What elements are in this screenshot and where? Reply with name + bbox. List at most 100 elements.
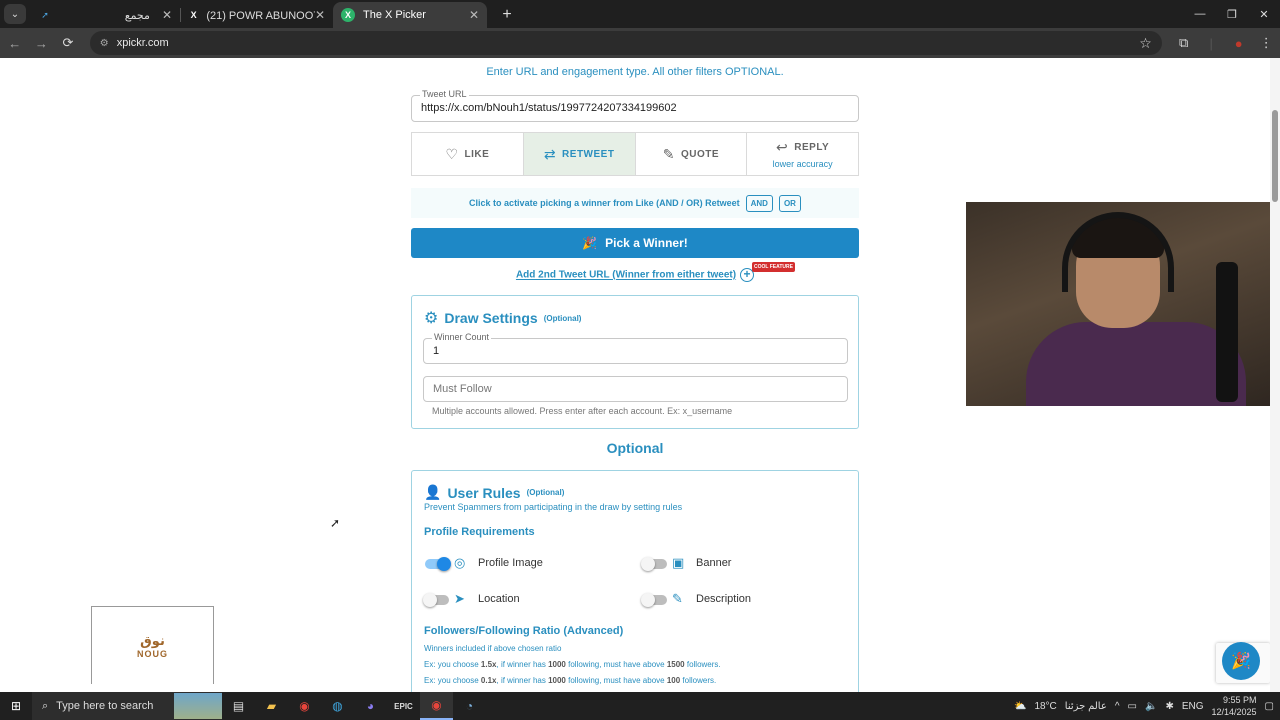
profile-icon[interactable]: ● — [1225, 36, 1253, 51]
reload-icon[interactable]: ⟳ — [56, 35, 80, 51]
url-field[interactable]: ⚙ xpickr.com ☆ — [89, 31, 1162, 55]
location-arrow-icon: ➤ — [454, 591, 465, 606]
new-tab-button[interactable]: + — [497, 6, 517, 24]
steam-icon[interactable]: ◔ — [453, 692, 486, 720]
engagement-retweet[interactable]: ⇄ RETWEET — [523, 133, 636, 175]
user-rules-heading: User Rules — [447, 484, 521, 501]
windows-taskbar: ⊞ ⌕ Type here to search ▤ ▰ ◉ ◍ ◕ EPIC ◉… — [0, 692, 1280, 720]
ad-logo-english: NOUG — [137, 648, 168, 659]
must-follow-field[interactable]: Must Follow — [423, 376, 848, 402]
address-bar: ← → ⟳ ⚙ xpickr.com ☆ ⧉ | ● ⋮ — [0, 28, 1280, 58]
tweet-url-field[interactable]: Tweet URL https://x.com/bNouh1/status/19… — [411, 89, 859, 122]
tab-search-button[interactable]: ⌄ — [4, 4, 26, 24]
tab-1[interactable]: ➚ مجمع ✕ — [30, 2, 180, 28]
pencil-icon: ✎ — [662, 145, 675, 162]
windows-start-icon[interactable]: ⊞ — [0, 699, 32, 713]
and-button[interactable]: AND — [745, 194, 773, 212]
tray-app-icon[interactable]: ✱ — [1165, 701, 1173, 712]
optional-heading: Optional — [606, 440, 664, 456]
minimize-icon[interactable]: — — [1184, 0, 1216, 28]
must-follow-placeholder: Must Follow — [433, 383, 492, 395]
file-explorer-icon[interactable]: ▰ — [255, 692, 288, 720]
ratio-heading: Followers/Following Ratio (Advanced) — [424, 625, 624, 637]
tab-2[interactable]: X (21) POWR ABUNOO7 على X: '... ✕ — [181, 2, 333, 28]
network-icon[interactable]: ▭ — [1128, 701, 1137, 712]
system-tray: ⛅ 18°C عالم جزئنا ^ ▭ 🔈 ✱ ENG 9:55 PM 12… — [1014, 694, 1280, 718]
description-toggle[interactable] — [641, 593, 667, 607]
forward-icon[interactable]: → — [30, 36, 54, 51]
volume-icon[interactable]: 🔈 — [1145, 701, 1157, 712]
tray-chevron-icon[interactable]: ^ — [1115, 701, 1120, 712]
toolbar-divider: | — [1209, 35, 1213, 51]
browser-tab-strip: ⌄ ➚ مجمع ✕ X (21) POWR ABUNOO7 على X: '.… — [0, 0, 1280, 28]
epic-games-icon[interactable]: EPIC — [387, 692, 420, 720]
profile-image-toggle[interactable] — [425, 557, 451, 571]
tweet-url-label: Tweet URL — [420, 89, 469, 99]
reply-label: REPLY — [794, 142, 830, 153]
engagement-quote[interactable]: ✎ QUOTE — [636, 133, 748, 175]
engagement-like[interactable]: ♡ LIKE — [412, 133, 524, 175]
draw-settings-card: ⚙ Draw Settings (Optional) Winner Count … — [411, 295, 859, 429]
ad-logo-arabic: نوق — [140, 632, 165, 648]
search-icon: ⌕ — [42, 699, 49, 712]
page-scrollbar[interactable] — [1270, 58, 1280, 692]
tab-3-active[interactable]: X The X Picker ✕ — [333, 2, 487, 28]
notifications-icon[interactable]: ▢ — [1265, 701, 1274, 712]
winner-count-value: 1 — [433, 345, 440, 357]
engagement-reply[interactable]: ↩ REPLY lower accuracy — [747, 133, 858, 175]
retweet-icon: ⇄ — [543, 145, 557, 162]
ratio-note: Winners included if above chosen ratio — [424, 644, 562, 653]
task-view-icon[interactable]: ▤ — [222, 692, 255, 720]
winner-count-field[interactable]: Winner Count 1 — [423, 332, 848, 364]
must-follow-helper: Multiple accounts allowed. Press enter a… — [432, 406, 733, 416]
tab-2-close-icon[interactable]: ✕ — [315, 8, 325, 22]
or-button[interactable]: OR — [778, 194, 801, 212]
tab-1-close-icon[interactable]: ✕ — [162, 8, 172, 22]
clock[interactable]: 9:55 PM 12/14/2025 — [1212, 694, 1257, 718]
user-rules-optional: (Optional) — [526, 488, 565, 497]
browser-menu-icon[interactable]: ⋮ — [1252, 35, 1280, 51]
bookmark-star-icon[interactable]: ☆ — [1139, 35, 1152, 52]
language-indicator[interactable]: ENG — [1182, 701, 1204, 712]
extensions-icon[interactable]: ⧉ — [1170, 35, 1198, 51]
pick-winner-button[interactable]: 🎉 Pick a Winner! — [411, 228, 859, 258]
discord-icon[interactable]: ◕ — [354, 692, 387, 720]
location-toggle[interactable] — [423, 593, 449, 607]
tab-1-title: مجمع — [124, 9, 150, 22]
cool-feature-badge: COOL FEATURE — [752, 262, 795, 272]
page-content: Enter URL and engagement type. All other… — [0, 58, 1280, 692]
activate-combo-banner[interactable]: Click to activate picking a winner from … — [411, 188, 859, 218]
taskbar-search[interactable]: ⌕ Type here to search — [32, 692, 222, 720]
profile-requirements-heading: Profile Requirements — [424, 526, 535, 538]
tab-3-close-icon[interactable]: ✕ — [469, 8, 479, 22]
draw-settings-title: ⚙ Draw Settings (Optional) — [424, 308, 581, 328]
tweet-url-value: https://x.com/bNouh1/status/199772420733… — [421, 102, 677, 114]
user-rules-description: Prevent Spammers from participating in t… — [424, 502, 683, 512]
weather-text: عالم جزئنا — [1064, 700, 1107, 712]
user-rules-title: 👤 User Rules (Optional) — [424, 484, 564, 501]
restore-icon[interactable]: ❐ — [1216, 0, 1248, 28]
winner-count-label: Winner Count — [432, 332, 492, 342]
scrollbar-thumb[interactable] — [1272, 110, 1278, 202]
edit-box-icon: ✎ — [672, 591, 683, 606]
user-rules-card: 👤 User Rules (Optional) Prevent Spammers… — [411, 470, 859, 692]
profile-image-label: Profile Image — [478, 557, 543, 569]
edge-icon[interactable]: ◍ — [321, 692, 354, 720]
site-info-icon[interactable]: ⚙ — [100, 38, 109, 49]
banner-toggle[interactable] — [641, 557, 667, 571]
close-window-icon[interactable]: ✕ — [1248, 0, 1280, 28]
chrome-icon[interactable]: ◉ — [288, 692, 321, 720]
chat-widget-button[interactable]: 🎉 — [1222, 642, 1260, 680]
engagement-selector: ♡ LIKE ⇄ RETWEET ✎ QUOTE ↩ REPLY lower accur… — [411, 132, 859, 176]
advertisement-box[interactable]: نوق NOUG — [91, 606, 214, 684]
tab-3-title: The X Picker — [363, 9, 426, 21]
user-settings-icon: 👤 — [424, 484, 442, 500]
retweet-label: RETWEET — [562, 148, 615, 160]
draw-settings-heading: Draw Settings — [444, 310, 538, 326]
xpicker-logo-icon: X — [341, 8, 355, 22]
back-icon[interactable]: ← — [3, 36, 27, 51]
reply-arrow-icon: ↩ — [776, 139, 789, 155]
chrome-active-icon[interactable]: ◉ — [420, 692, 453, 720]
gear-icon: ⚙ — [424, 310, 439, 327]
reply-accuracy-note: lower accuracy — [772, 159, 833, 169]
